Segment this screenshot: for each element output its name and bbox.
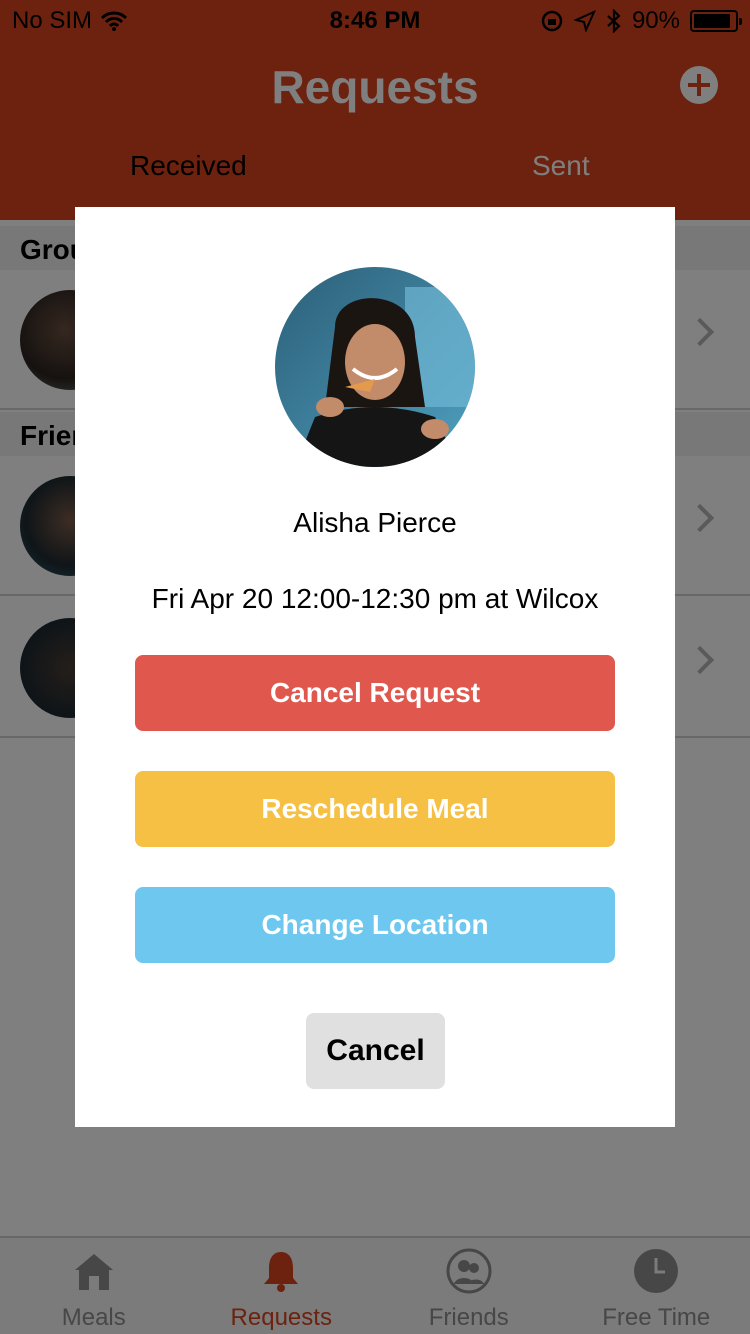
request-detail-modal: Alisha Pierce Fri Apr 20 12:00-12:30 pm … [75,207,675,1127]
profile-photo [275,267,475,467]
change-location-button[interactable]: Change Location [135,887,615,963]
reschedule-meal-button[interactable]: Reschedule Meal [135,771,615,847]
cancel-request-button[interactable]: Cancel Request [135,655,615,731]
meal-details: Fri Apr 20 12:00-12:30 pm at Wilcox [151,583,599,614]
cancel-button[interactable]: Cancel [306,1013,445,1089]
friend-name: Alisha Pierce [293,507,457,538]
profile-photo-illustration [275,267,475,467]
